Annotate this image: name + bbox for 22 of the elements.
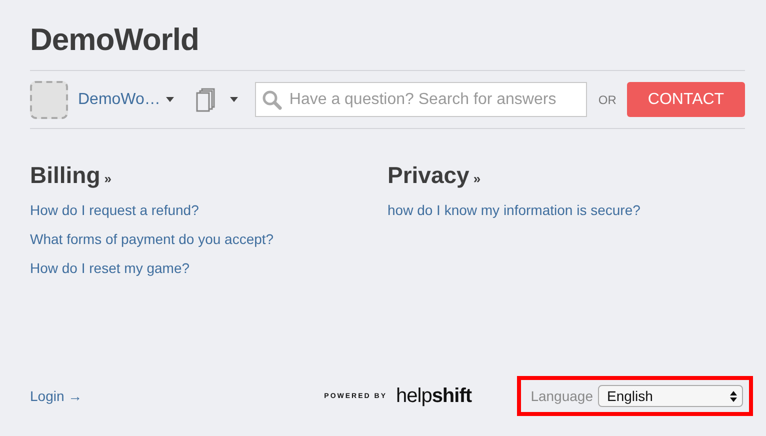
faq-link[interactable]: how do I know my information is secure? <box>388 201 640 220</box>
caret-icon <box>230 97 238 102</box>
faq-link[interactable]: What forms of payment do you accept? <box>30 230 274 249</box>
or-label: OR <box>598 92 616 106</box>
documents-icon <box>196 88 216 112</box>
contact-button[interactable]: CONTACT <box>627 82 745 117</box>
faq-link[interactable]: How do I reset my game? <box>30 259 190 278</box>
faq-link[interactable]: How do I request a refund? <box>30 201 199 220</box>
app-icon-placeholder <box>30 80 68 118</box>
login-link[interactable]: Login → <box>30 388 82 404</box>
brand-logo: helpshift <box>396 384 472 408</box>
section-heading[interactable]: Privacy » <box>388 162 481 189</box>
documents-dropdown[interactable] <box>196 88 238 112</box>
caret-icon <box>166 97 174 102</box>
search-field[interactable]: Have a question? Search for answers <box>255 82 588 117</box>
site-title: DemoWorld <box>30 22 745 71</box>
language-label: Language <box>530 388 593 404</box>
app-dropdown[interactable]: DemoWo… <box>78 90 174 108</box>
search-icon <box>262 90 282 110</box>
section-heading[interactable]: Billing » <box>30 162 112 189</box>
updown-icon <box>730 390 737 402</box>
language-select[interactable]: English <box>598 385 743 407</box>
